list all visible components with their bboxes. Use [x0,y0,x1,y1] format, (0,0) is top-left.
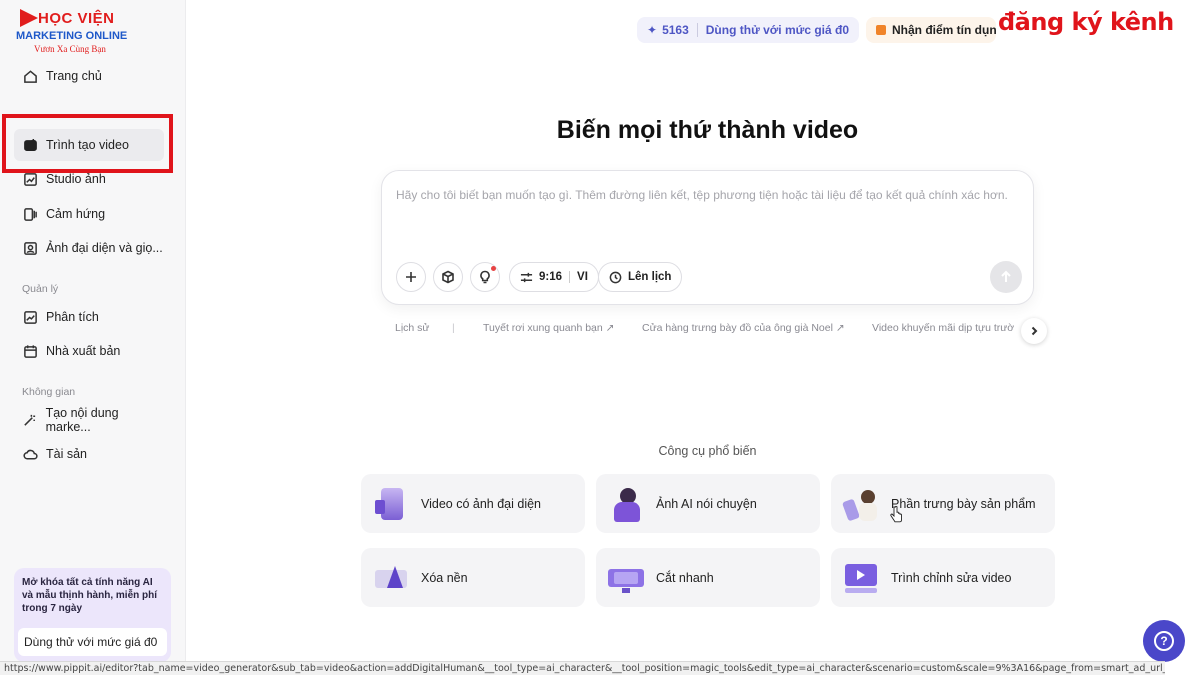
divider: | [452,322,455,334]
cloud-icon [22,446,38,462]
sidebar-item-publisher[interactable]: Nhà xuất bản [14,335,164,367]
reward-button[interactable]: Nhận điểm tín dụng [866,17,996,43]
prompt-box: Hãy cho tôi biết bạn muốn tạo gì. Thêm đ… [381,170,1034,305]
avatar-video-thumbnail [373,486,409,522]
tool-card-label: Phần trưng bày sản phẩm [891,496,1036,511]
help-icon: ? [1154,631,1174,651]
quick-cut-thumbnail [608,560,644,596]
lightbulb-icon [480,270,490,284]
divider [696,23,698,37]
settings-pill[interactable]: 9:16 VI [509,262,599,292]
plus-icon [406,272,416,282]
gift-icon [876,25,886,35]
sidebar: HỌC VIỆN MARKETING ONLINE Vươn Xa Cùng B… [0,0,186,675]
trial-link[interactable]: Dùng thử với mức giá đ0 [706,23,849,37]
section-label-space: Không gian [22,386,76,398]
tool-card-product-showcase[interactable]: Phần trưng bày sản phẩm [831,474,1055,533]
history-label[interactable]: Lịch sử [395,322,429,334]
inspiration-icon [22,206,38,222]
reward-label: Nhận điểm tín dụng [892,23,996,37]
send-button[interactable] [990,261,1022,293]
sidebar-item-label: Tạo nội dung marke... [45,406,119,434]
chevron-right-icon [1031,326,1038,336]
help-button[interactable]: ? [1143,620,1185,662]
prompt-input[interactable]: Hãy cho tôi biết bạn muốn tạo gì. Thêm đ… [396,186,1016,205]
tool-card-avatar-video[interactable]: Video có ảnh đại diện [361,474,585,533]
logo-mark-icon [20,9,38,27]
sidebar-item-label: Cảm hứng [46,207,106,221]
section-label-manage: Quản lý [22,283,59,295]
tool-card-label: Trình chỉnh sửa video [891,570,1012,585]
home-icon [22,68,38,84]
promo-trial-button[interactable]: Dùng thử với mức giá đ0 [18,628,167,656]
sidebar-item-marketing-content[interactable]: Tạo nội dung marke... [14,404,164,436]
clock-icon [609,271,622,283]
history-next-button[interactable] [1021,318,1047,344]
sidebar-item-label: Studio ảnh [46,172,106,186]
sidebar-item-label: Trang chủ [46,69,102,83]
tool-card-talking-photo[interactable]: Ảnh AI nói chuyện [596,474,820,533]
product-showcase-thumbnail [841,486,879,522]
magic-wand-icon [22,412,38,428]
promo-text: Mở khóa tất cả tính năng AI và mẫu thịnh… [22,577,158,614]
schedule-label: Lên lịch [628,271,672,283]
sidebar-item-home[interactable]: Trang chủ [14,60,164,92]
sparkle-icon: ✦ [647,23,658,37]
watermark-overlay: đăng ký kênh [998,8,1174,36]
history-item[interactable]: Cửa hàng trưng bày đồ của ông già Noel ↗ [642,322,845,334]
tool-card-quick-cut[interactable]: Cắt nhanh [596,548,820,607]
tool-card-label: Video có ảnh đại diện [421,496,542,511]
hand-cursor-icon [890,506,902,523]
logo-brand-top: HỌC VIỆN [38,10,115,27]
analytics-icon [22,309,38,325]
schedule-button[interactable]: Lên lịch [598,262,683,292]
calendar-icon [22,343,38,359]
video-editor-thumbnail [843,560,879,596]
add-attachment-button[interactable] [396,262,426,292]
sidebar-item-label: Nhà xuất bản [46,344,121,358]
logo-brand-mid: MARKETING ONLINE [16,30,128,42]
page-title: Biến mọi thứ thành video [556,116,859,144]
model-button[interactable] [433,262,463,292]
history-item[interactable]: Tuyết rơi xung quanh bạn ↗ [483,322,614,334]
sidebar-item-label: Phân tích [46,310,99,324]
tool-card-remove-background[interactable]: Xóa nền [361,548,585,607]
sidebar-item-label: Ảnh đại diện và giọ... [46,241,163,255]
idea-button[interactable] [470,262,500,292]
arrow-up-icon [1001,270,1011,282]
tool-card-label: Cắt nhanh [656,570,714,585]
sidebar-item-assets[interactable]: Tài sản [14,438,164,470]
tool-card-label: Ảnh AI nói chuyện [656,496,757,511]
remove-background-thumbnail [373,560,409,596]
sidebar-item-analytics[interactable]: Phân tích [14,301,164,333]
language-value: VI [577,271,588,283]
cube-icon [442,270,454,284]
upgrade-promo: Mở khóa tất cả tính năng AI và mẫu thịnh… [14,568,171,662]
sidebar-item-avatars[interactable]: Ảnh đại diện và giọ... [14,232,164,264]
history-item[interactable]: Video khuyến mãi dịp tựu trườ [872,322,1014,334]
image-edit-icon [22,171,38,187]
tool-card-label: Xóa nền [421,570,468,585]
sliders-icon [520,272,533,282]
sidebar-item-inspiration[interactable]: Cảm hứng [14,198,164,230]
aspect-ratio-value: 9:16 [539,271,563,283]
highlight-annotation [2,114,173,173]
status-bar-url: https://www.pippit.ai/editor?tab_name=vi… [0,661,1165,675]
history-row: Lịch sử | Tuyết rơi xung quanh bạn ↗ Cửa… [395,322,1020,338]
credits-pill[interactable]: ✦ 5163 Dùng thử với mức giá đ0 [637,17,859,43]
avatar-icon [22,240,38,256]
logo-brand-tagline: Vươn Xa Cùng Bạn [34,44,106,54]
sidebar-item-label: Tài sản [46,447,87,461]
notification-dot [491,266,496,271]
credits-count: 5163 [662,23,689,37]
talking-photo-thumbnail [608,486,644,522]
tool-card-video-editor[interactable]: Trình chỉnh sửa video [831,548,1055,607]
divider [569,271,571,283]
popular-tools-title: Công cụ phổ biến [658,444,757,458]
logo[interactable]: HỌC VIỆN MARKETING ONLINE Vươn Xa Cùng B… [14,6,164,56]
